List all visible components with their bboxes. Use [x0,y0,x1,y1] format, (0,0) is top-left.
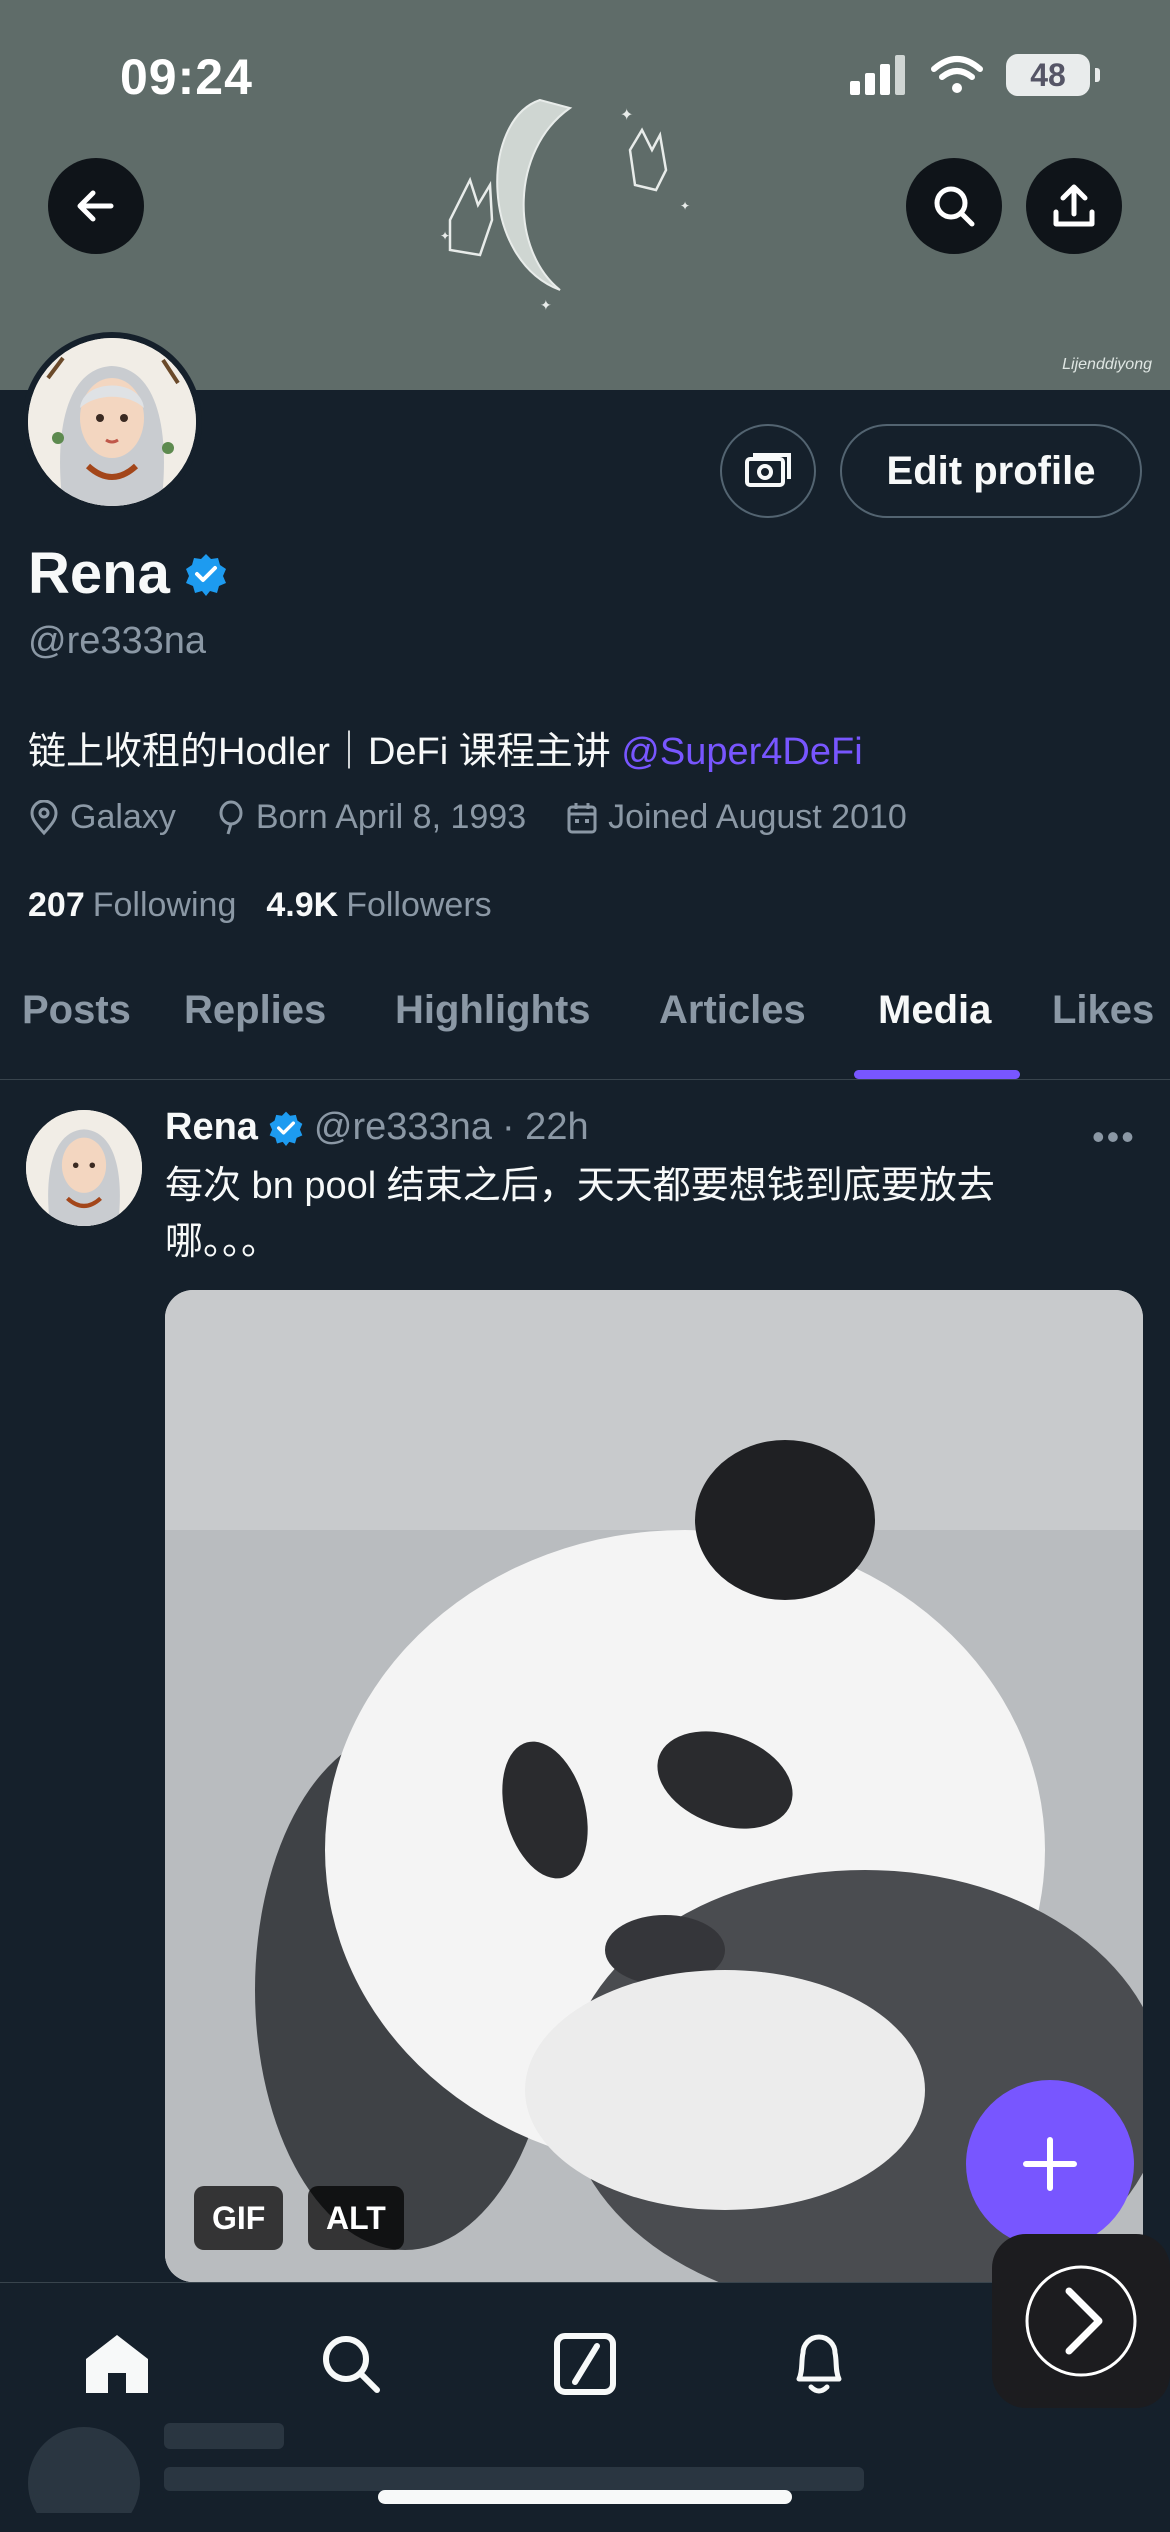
calendar-icon [567,802,597,833]
nav-search[interactable] [306,2319,396,2409]
joined-item: Joined August 2010 [566,798,907,837]
followers-count: 4.9K [266,886,339,924]
location-pin-icon [30,799,58,835]
location-text: Galaxy [70,798,176,836]
battery-icon: 48 [1006,54,1100,96]
alt-text-badge[interactable]: ALT [308,2186,404,2250]
assistive-touch-button[interactable] [992,2234,1170,2408]
post-author-handle: @re333na [313,1106,492,1148]
tab-likes[interactable]: Likes [1052,988,1154,1033]
birthday-item: Born April 8, 1993 [216,798,526,837]
profile-bio: 链上收租的Hodler｜DeFi 课程主讲 @Super4DeFi [28,720,863,775]
search-button[interactable] [906,158,1002,254]
following-count: 207 [28,886,85,924]
active-tab-indicator [854,1070,1020,1079]
home-icon [86,2335,148,2393]
signal-icon [850,55,905,95]
profile-banner[interactable]: ✦ ✦ ✦ ✦ 09:24 48 Lijenddiyong [0,0,1170,390]
joined-text: Joined August 2010 [608,798,907,836]
display-name: Rena [28,541,170,606]
tab-articles[interactable]: Articles [659,988,806,1033]
status-time: 09:24 [120,49,253,105]
arrow-left-icon [77,190,114,222]
followers-label: Followers [346,886,492,924]
post-timestamp: · 22h [501,1106,589,1148]
chevron-right-icon [1025,2265,1137,2377]
svg-text:✦: ✦ [540,298,552,314]
profile-tabs: Posts Replies Highlights Articles Media … [0,970,1170,1080]
avatar-illustration [26,1110,142,1226]
post-more-options-button[interactable]: ••• [1092,1116,1136,1158]
following-label: Following [92,886,237,924]
name-row: Rena [28,540,228,607]
balloon-icon [219,800,243,834]
svg-text:✦: ✦ [440,229,450,243]
gif-badge: GIF [194,2186,284,2250]
follow-stats: 207 Following 4.9K Followers [28,886,492,925]
banner-signature: Lijenddiyong [1062,356,1152,373]
tip-jar-button[interactable] [720,424,816,518]
post-avatar[interactable] [26,1110,142,1226]
post-text: 每次 bn pool 结束之后，天天都要想钱到底要放去哪。。。 [165,1165,995,1263]
profile-handle: @re333na [28,620,207,662]
edit-profile-button[interactable]: Edit profile [840,424,1142,518]
verified-badge-icon[interactable] [184,552,228,596]
birthday-text: Born April 8, 1993 [255,798,527,836]
home-indicator[interactable] [378,2490,792,2504]
plus-icon [1023,2137,1077,2191]
location-item: Galaxy [28,798,176,837]
status-icons: 48 [850,54,1100,96]
svg-text:✦: ✦ [680,199,690,213]
followers-link[interactable]: 4.9K Followers [266,886,491,925]
profile-meta: Galaxy Born April 8, 1993 Joined August … [28,798,907,837]
nav-grok[interactable] [540,2319,630,2409]
following-link[interactable]: 207 Following [28,886,236,925]
tab-replies[interactable]: Replies [184,988,326,1033]
compose-button[interactable] [966,2080,1134,2248]
tab-highlights[interactable]: Highlights [395,988,591,1033]
wifi-icon [931,56,983,93]
tab-posts[interactable]: Posts [22,988,131,1033]
search-icon [323,2336,380,2393]
post-author-name[interactable]: Rena [165,1106,258,1149]
upload-icon [1053,184,1095,227]
nav-notifications[interactable] [774,2319,864,2409]
post-header: Rena @re333na · 22h [165,1106,589,1149]
verified-badge-icon [269,1111,303,1146]
profile-avatar[interactable] [22,332,202,512]
bio-mention-link[interactable]: @Super4DeFi [621,731,862,773]
back-button[interactable] [48,158,144,254]
avatar-illustration [28,338,196,506]
search-icon [934,186,975,227]
nav-home[interactable] [72,2319,162,2409]
money-icon [745,453,791,487]
moon-hands-illustration: ✦ ✦ ✦ ✦ [440,98,690,314]
bell-icon [796,2334,842,2394]
tab-media[interactable]: Media [878,988,991,1033]
svg-text:✦: ✦ [620,105,633,124]
share-button[interactable] [1026,158,1122,254]
grok-icon [554,2333,616,2395]
bio-text: 链上收租的Hodler｜DeFi 课程主讲 [28,731,622,773]
